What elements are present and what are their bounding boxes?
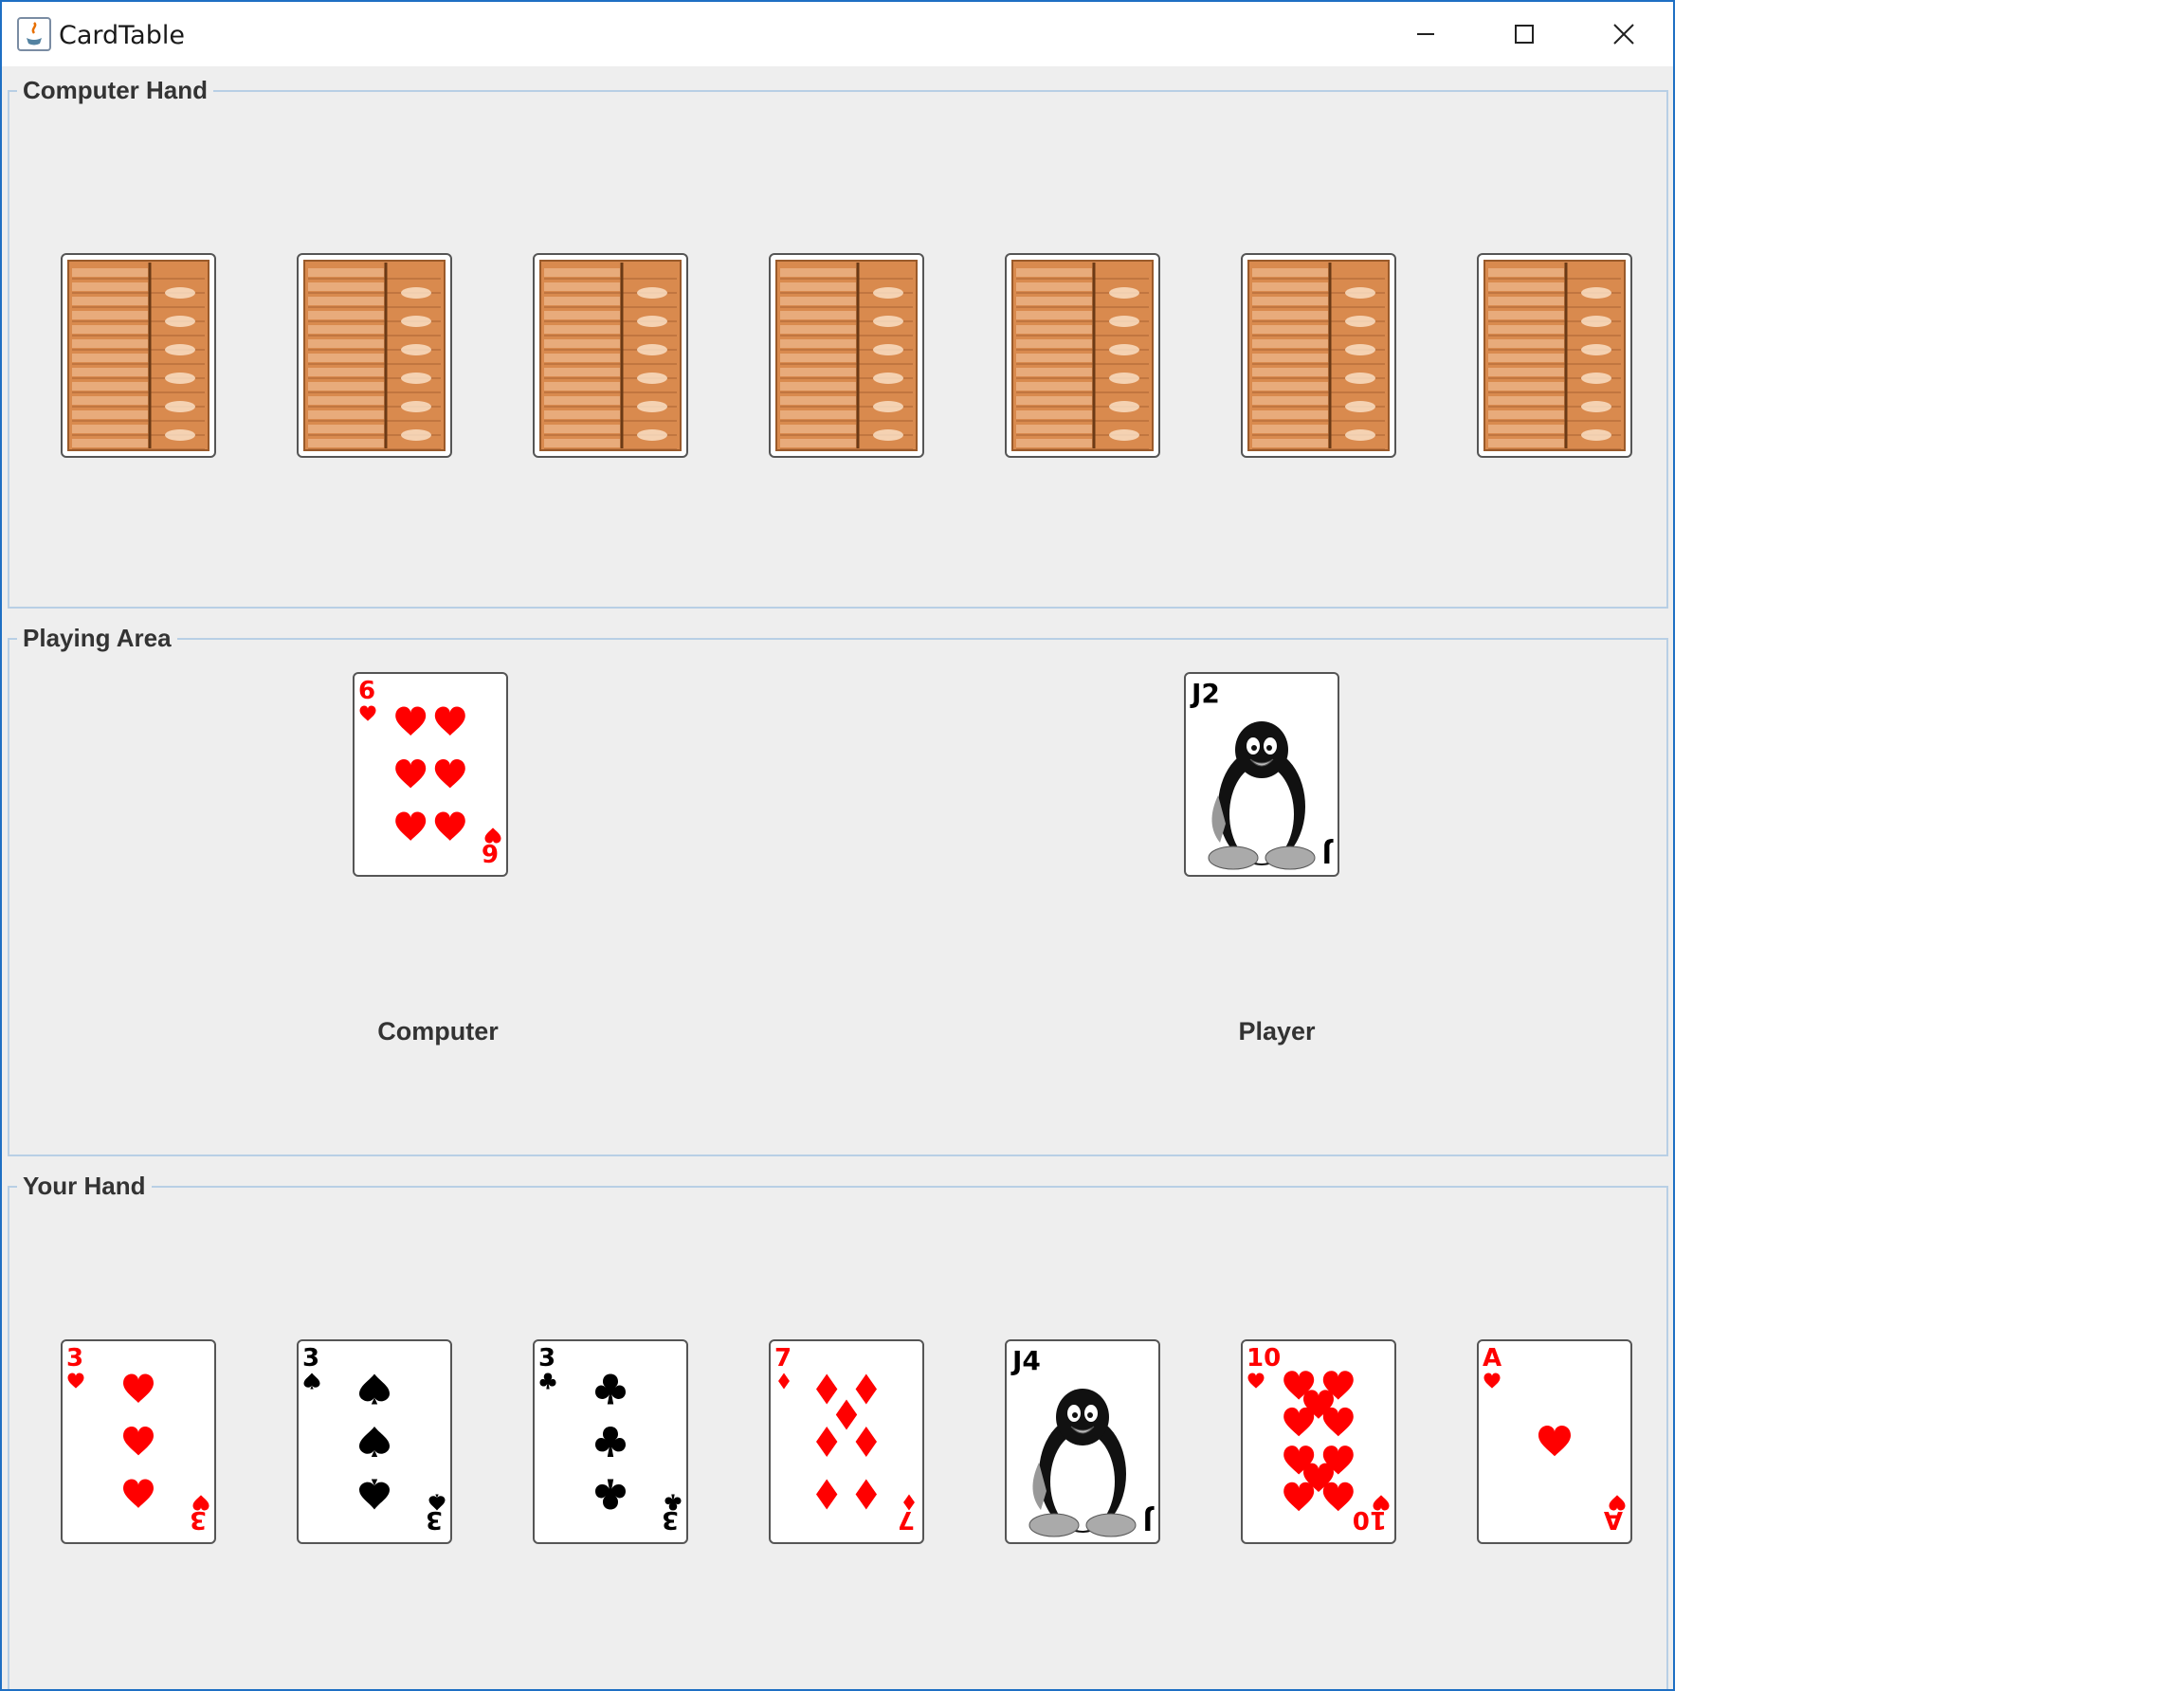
spade-pip xyxy=(359,1479,390,1510)
face-down-card xyxy=(1477,253,1632,458)
your-hand-card[interactable]: AA xyxy=(1477,1339,1632,1544)
heart-pip xyxy=(1322,1482,1354,1512)
card-index-text: 7 xyxy=(898,1505,915,1534)
panel-title-computer-hand: Computer Hand xyxy=(17,76,213,105)
card-index-text: 3 xyxy=(662,1505,679,1534)
heart-pip xyxy=(1322,1407,1354,1437)
diamond-pip xyxy=(855,1479,877,1510)
card-back-pattern xyxy=(775,260,918,451)
card-table-window: CardTable Computer Hand Playing Area 66 … xyxy=(0,0,1675,1691)
spade-pip xyxy=(303,1373,320,1390)
your-hand-card[interactable]: 33 xyxy=(533,1339,688,1544)
heart-pip xyxy=(1483,1373,1501,1389)
spade-pip xyxy=(359,1427,390,1457)
heart-pip xyxy=(1283,1407,1315,1437)
face-down-card xyxy=(1005,253,1160,458)
panel-title-playing-area: Playing Area xyxy=(17,624,177,653)
face-down-card xyxy=(1241,253,1396,458)
computer-played-card-face: 66 xyxy=(353,672,508,877)
player-label: Player xyxy=(1238,1017,1316,1046)
card-index-text: J2 xyxy=(1190,678,1220,709)
card-back-pattern xyxy=(539,260,682,451)
face-down-card xyxy=(61,253,216,458)
card-index-text: J xyxy=(1143,1505,1155,1536)
heart-pip xyxy=(1538,1426,1571,1457)
card-index-text: 10 xyxy=(1353,1505,1387,1534)
heart-pip xyxy=(123,1479,154,1508)
card-back-pattern xyxy=(1483,260,1626,451)
heart-pip xyxy=(434,759,465,789)
card-back-pattern xyxy=(1011,260,1154,451)
spade-pip xyxy=(359,1373,390,1405)
minimize-button[interactable] xyxy=(1376,2,1475,66)
close-icon xyxy=(1613,24,1634,45)
face-down-card xyxy=(769,253,924,458)
diamond-pip xyxy=(816,1479,838,1510)
your-hand-card[interactable]: 33 xyxy=(61,1339,216,1544)
club-pip xyxy=(595,1479,626,1510)
heart-pip xyxy=(123,1373,154,1403)
diamond-pip xyxy=(778,1373,790,1390)
penguin-face-art xyxy=(1028,1389,1137,1537)
card-index-text: 3 xyxy=(302,1344,319,1373)
card-index-text: 3 xyxy=(538,1344,555,1373)
heart-pip xyxy=(123,1427,154,1456)
card-back-pattern xyxy=(67,260,209,451)
heart-pip xyxy=(434,811,465,841)
your-hand-panel: Your Hand 3 3 3 3 3 3 7 7 J4 J 10 10 A A xyxy=(8,1172,1668,1689)
heart-pip xyxy=(395,706,427,736)
maximize-button[interactable] xyxy=(1475,2,1574,66)
diamond-pip xyxy=(816,1427,838,1457)
heart-pip xyxy=(359,705,376,721)
your-hand-card[interactable]: 10 10 xyxy=(1241,1339,1396,1544)
card-index-text: A xyxy=(1483,1344,1502,1373)
face-down-card xyxy=(533,253,688,458)
computer-label: Computer xyxy=(377,1017,499,1046)
card-index-text: J xyxy=(1322,838,1334,869)
penguin-face-art xyxy=(1208,721,1316,870)
maximize-icon xyxy=(1515,25,1534,44)
close-button[interactable] xyxy=(1574,2,1673,66)
card-index-text: 7 xyxy=(774,1344,792,1373)
playing-area-panel: Playing Area 66 J2 J Computer Player xyxy=(8,624,1668,1156)
heart-pip xyxy=(395,759,427,789)
card-back-pattern xyxy=(1247,260,1390,451)
computer-hand-panel: Computer Hand xyxy=(8,76,1668,609)
your-hand-card[interactable]: 33 xyxy=(297,1339,452,1544)
heart-pip xyxy=(1247,1373,1265,1389)
card-index-text: 3 xyxy=(66,1344,83,1373)
java-app-icon xyxy=(17,17,51,51)
your-hand-card[interactable]: 77 xyxy=(769,1339,924,1544)
club-pip xyxy=(595,1427,626,1457)
card-index-text: J4 xyxy=(1010,1345,1041,1376)
card-index-text: 6 xyxy=(358,677,375,705)
card-back-pattern xyxy=(303,260,446,451)
heart-pip xyxy=(1283,1482,1315,1512)
club-pip xyxy=(539,1373,556,1390)
panel-title-your-hand: Your Hand xyxy=(17,1172,152,1201)
card-index-text: 3 xyxy=(426,1505,443,1534)
window-title: CardTable xyxy=(59,21,185,50)
diamond-pip xyxy=(855,1373,877,1405)
diamond-pip xyxy=(855,1427,877,1457)
heart-pip xyxy=(67,1373,84,1389)
heart-pip xyxy=(395,811,427,841)
card-index-text: 10 xyxy=(1247,1344,1281,1373)
face-down-card xyxy=(297,253,452,458)
heart-pip xyxy=(434,706,465,736)
player-played-card-face: J2 J xyxy=(1184,672,1339,877)
minimize-icon xyxy=(1417,33,1434,35)
club-pip xyxy=(595,1373,626,1405)
your-hand-card[interactable]: J4 J xyxy=(1005,1339,1160,1544)
diamond-pip xyxy=(816,1373,838,1405)
title-bar: CardTable xyxy=(2,2,1673,66)
diamond-pip xyxy=(835,1399,858,1430)
